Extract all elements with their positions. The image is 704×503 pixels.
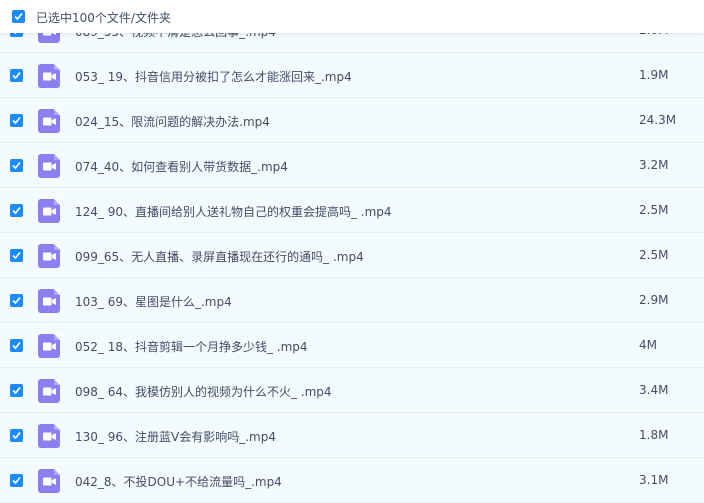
file-size: 4M <box>639 338 657 352</box>
file-size: 3.4M <box>639 383 669 397</box>
file-name[interactable]: 074_40、如何查看别人带货数据_.mp4 <box>75 158 288 175</box>
file-checkbox[interactable] <box>10 114 23 127</box>
video-file-icon <box>38 469 60 493</box>
file-checkbox[interactable] <box>10 294 23 307</box>
file-size: 1.8M <box>639 428 669 442</box>
file-size: 3.2M <box>639 158 669 172</box>
file-row[interactable]: 074_40、如何查看别人带货数据_.mp4 3.2M <box>0 143 704 188</box>
file-checkbox[interactable] <box>10 384 23 397</box>
file-name[interactable]: 124_ 90、直播间给别人送礼物自己的权重会提高吗_ .mp4 <box>75 203 392 220</box>
file-row[interactable]: 124_ 90、直播间给别人送礼物自己的权重会提高吗_ .mp4 2.5M <box>0 188 704 233</box>
file-name[interactable]: 103_ 69、星图是什么_.mp4 <box>75 293 232 310</box>
file-list: 089_55、视频不清楚怎么回事_.mp42.6M053_ 19、抖音信用分被扣… <box>0 0 704 503</box>
selection-count-text: 已选中100个文件/文件夹 <box>36 11 171 25</box>
video-file-icon <box>38 244 60 268</box>
file-checkbox[interactable] <box>10 429 23 442</box>
video-file-icon <box>38 379 60 403</box>
selection-header: 已选中100个文件/文件夹 <box>0 0 704 33</box>
video-file-icon <box>38 64 60 88</box>
file-row[interactable]: 053_ 19、抖音信用分被扣了怎么才能涨回来_.mp4 1.9M <box>0 53 704 98</box>
video-file-icon <box>38 424 60 448</box>
video-file-icon <box>38 109 60 133</box>
file-name[interactable]: 042_8、不投DOU+不给流量吗_.mp4 <box>75 473 282 490</box>
file-row[interactable]: 098_ 64、我模仿别人的视频为什么不火_ .mp4 3.4M <box>0 368 704 413</box>
file-checkbox[interactable] <box>10 339 23 352</box>
file-checkbox[interactable] <box>10 204 23 217</box>
file-name[interactable]: 098_ 64、我模仿别人的视频为什么不火_ .mp4 <box>75 383 332 400</box>
file-size: 2.9M <box>639 293 669 307</box>
file-name[interactable]: 130_ 96、注册蓝V会有影响吗_.mp4 <box>75 428 276 445</box>
file-row[interactable]: 052_ 18、抖音剪辑一个月挣多少钱_ .mp4 4M <box>0 323 704 368</box>
video-file-icon <box>38 289 60 313</box>
select-all-checkbox[interactable] <box>12 10 25 23</box>
video-file-icon <box>38 199 60 223</box>
file-size: 2.5M <box>639 248 669 262</box>
file-name[interactable]: 024_15、限流问题的解决办法.mp4 <box>75 113 270 130</box>
file-row[interactable]: 130_ 96、注册蓝V会有影响吗_.mp4 1.8M <box>0 413 704 458</box>
video-file-icon <box>38 154 60 178</box>
file-checkbox[interactable] <box>10 69 23 82</box>
file-name[interactable]: 052_ 18、抖音剪辑一个月挣多少钱_ .mp4 <box>75 338 308 355</box>
file-checkbox[interactable] <box>10 159 23 172</box>
file-checkbox[interactable] <box>10 249 23 262</box>
file-checkbox[interactable] <box>10 474 23 487</box>
file-name[interactable]: 099_65、无人直播、录屏直播现在还行的通吗_ .mp4 <box>75 248 364 265</box>
file-name[interactable]: 053_ 19、抖音信用分被扣了怎么才能涨回来_.mp4 <box>75 68 352 85</box>
video-file-icon <box>38 334 60 358</box>
file-size: 24.3M <box>639 113 677 127</box>
file-row[interactable]: 103_ 69、星图是什么_.mp4 2.9M <box>0 278 704 323</box>
file-size: 2.5M <box>639 203 669 217</box>
file-row[interactable]: 099_65、无人直播、录屏直播现在还行的通吗_ .mp4 2.5M <box>0 233 704 278</box>
file-size: 3.1M <box>639 473 669 487</box>
file-size: 1.9M <box>639 68 669 82</box>
file-row[interactable]: 042_8、不投DOU+不给流量吗_.mp4 3.1M <box>0 458 704 503</box>
file-row[interactable]: 024_15、限流问题的解决办法.mp4 24.3M <box>0 98 704 143</box>
